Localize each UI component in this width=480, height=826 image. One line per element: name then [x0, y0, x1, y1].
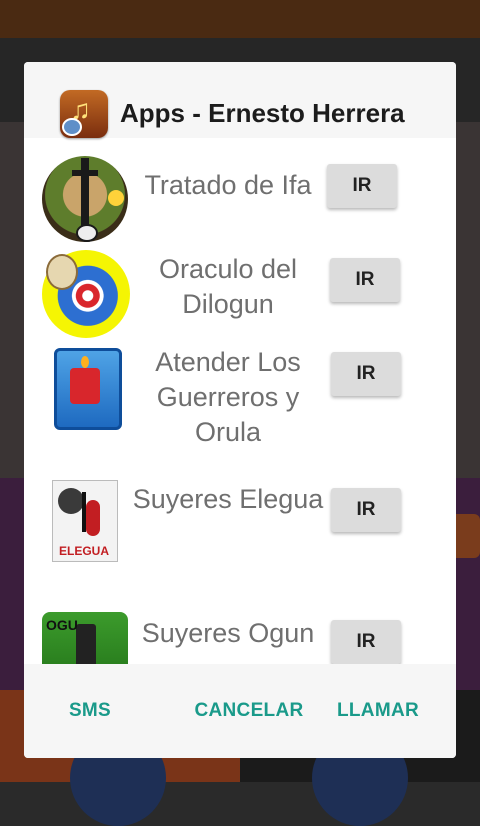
dilogun-target-icon[interactable] [42, 250, 130, 338]
ir-button-suyeres-ogun[interactable]: IR [331, 620, 401, 664]
background-app-header [0, 0, 480, 38]
dialog-title: Apps - Ernesto Herrera [120, 98, 405, 128]
call-button[interactable]: LLAMAR [332, 664, 424, 758]
app-name: Suyeres Ogun [141, 618, 315, 648]
app-name: Suyeres Elegua [132, 484, 324, 514]
dialog-header: ♫ Apps - Ernesto Herrera [24, 62, 456, 138]
sms-button[interactable]: SMS [52, 664, 128, 758]
dialog-footer: SMS CANCELAR LLAMAR [24, 664, 456, 758]
ir-button-atender-los-guerreros[interactable]: IR [331, 352, 401, 396]
apps-dialog: ♫ Apps - Ernesto Herrera Tratado de Ifa … [24, 62, 456, 758]
ogun-icon[interactable]: OGU [42, 612, 128, 664]
app-name: Oraculo del Dilogun [158, 254, 298, 319]
candle-icon[interactable] [42, 346, 128, 432]
app-name: Tratado de Ifa [144, 170, 312, 200]
cancel-button[interactable]: CANCELAR [190, 664, 308, 758]
app-row-suyeres-elegua: ELEGUA Suyeres Elegua IR [24, 468, 456, 600]
music-note-app-icon: ♫ [60, 90, 108, 138]
app-row-suyeres-ogun: OGU Suyeres Ogun IR [24, 600, 456, 664]
ir-button-tratado-de-ifa[interactable]: IR [327, 164, 397, 208]
app-name: Atender Los Guerreros y Orula [155, 347, 301, 447]
ir-button-suyeres-elegua[interactable]: IR [331, 488, 401, 532]
ir-button-oraculo-del-dilogun[interactable]: IR [330, 258, 400, 302]
elegua-music-icon[interactable]: ELEGUA [42, 478, 128, 564]
ifa-tray-icon[interactable] [42, 156, 128, 242]
app-row-tratado-de-ifa: Tratado de Ifa IR [24, 138, 456, 242]
app-row-atender-los-guerreros: Atender Los Guerreros y Orula IR [24, 332, 456, 468]
app-row-oraculo-del-dilogun: Oraculo del Dilogun IR [24, 238, 456, 338]
apps-list[interactable]: Tratado de Ifa IR Oraculo del Dilogun IR… [24, 138, 456, 664]
